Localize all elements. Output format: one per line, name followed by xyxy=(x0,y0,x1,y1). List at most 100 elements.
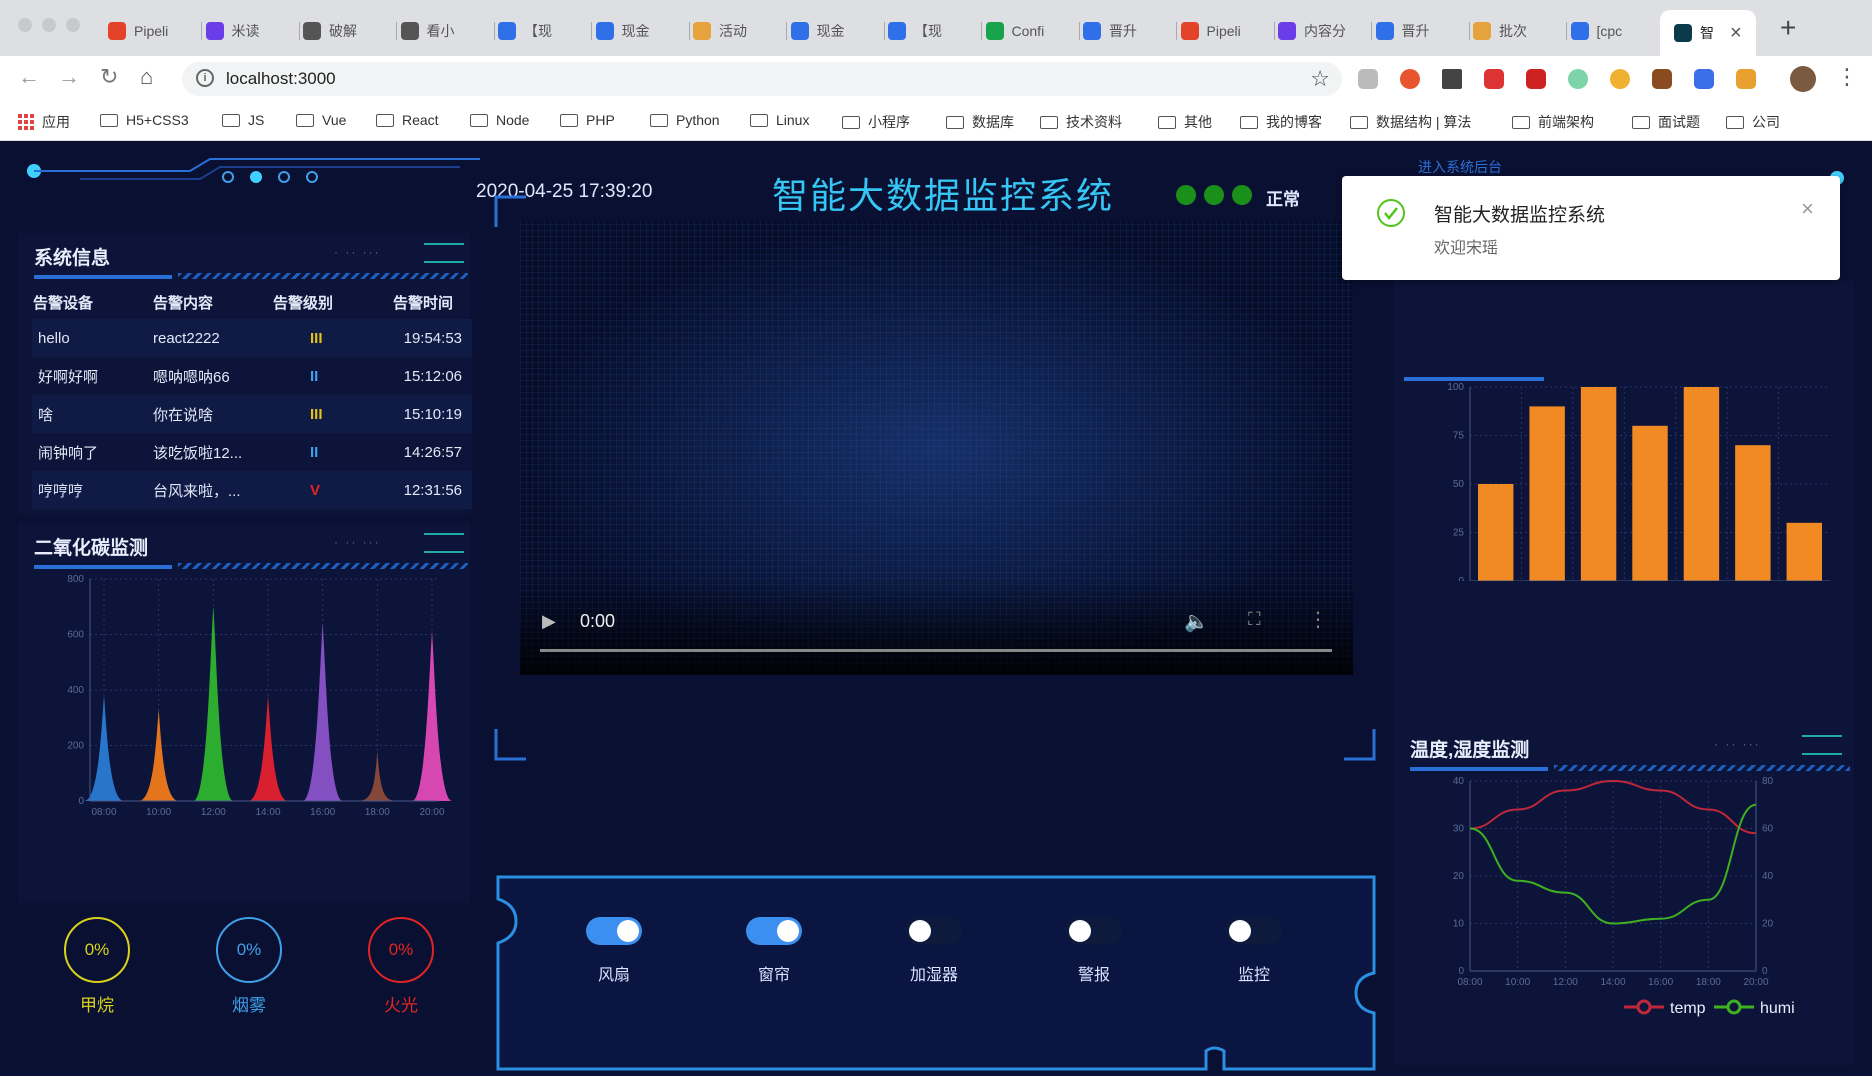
browser-tab[interactable]: 活动 xyxy=(693,14,787,48)
browser-tab[interactable]: Pipeli xyxy=(1180,14,1275,48)
bookmark-folder[interactable]: 数据结构 | 算法 xyxy=(1350,112,1471,132)
tab-favicon-icon xyxy=(1375,22,1394,40)
more-options-icon[interactable]: ⋮ xyxy=(1308,607,1328,632)
browser-tab[interactable]: Pipeli xyxy=(108,14,202,48)
browser-tab[interactable]: 破解 xyxy=(303,14,397,48)
bookmark-folder[interactable]: 数据库 xyxy=(946,112,1014,132)
bookmark-folder[interactable]: PHP xyxy=(560,112,615,128)
close-tab-icon[interactable]: × xyxy=(1730,22,1742,45)
table-row: 好啊好啊 嗯呐嗯呐66 II 15:12:06 xyxy=(32,357,472,395)
browser-toolbar: ← → ↻ ⌂ i localhost:3000 ☆ ⋮ xyxy=(0,56,1872,102)
browser-tab[interactable]: 批次 xyxy=(1473,14,1567,48)
toggle-knob xyxy=(777,920,799,942)
tab-separator xyxy=(1566,22,1567,40)
profile-avatar[interactable] xyxy=(1790,66,1816,92)
y-tick-label: 25 xyxy=(1453,528,1465,539)
toggle-4[interactable] xyxy=(1226,917,1282,945)
apps-shortcut[interactable]: 应用 xyxy=(18,112,70,132)
extension-icon[interactable] xyxy=(1568,69,1588,89)
extension-icon[interactable] xyxy=(1400,69,1420,89)
bar xyxy=(1735,445,1771,581)
bookmark-folder[interactable]: 其他 xyxy=(1158,112,1212,132)
tab-title: 批次 xyxy=(1499,23,1527,39)
browser-tab[interactable]: 看小 xyxy=(400,14,495,48)
table-cell-level: III xyxy=(310,329,323,347)
maximize-window-button[interactable] xyxy=(66,18,80,32)
bookmark-folder[interactable]: Python xyxy=(650,112,720,128)
bookmark-folder[interactable]: 我的博客 xyxy=(1240,112,1322,132)
extension-icon[interactable] xyxy=(1610,69,1630,89)
folder-icon xyxy=(560,113,578,127)
browser-tab[interactable]: 内容分 xyxy=(1278,14,1372,48)
extension-icon[interactable] xyxy=(1694,69,1714,89)
title-stripe xyxy=(178,273,468,279)
toggle-0[interactable] xyxy=(586,917,642,945)
address-bar[interactable]: i localhost:3000 ☆ xyxy=(182,62,1342,96)
bookmark-folder[interactable]: 小程序 xyxy=(842,112,910,132)
minimize-window-button[interactable] xyxy=(42,18,56,32)
bookmark-folder[interactable]: 技术资料 xyxy=(1040,112,1122,132)
progress-bar[interactable] xyxy=(540,649,1332,652)
browser-tab[interactable]: 晋升 xyxy=(1375,14,1470,48)
alarm-table: 告警设备 告警内容 告警级别 告警时间 hello react2222 III 19:… xyxy=(32,285,472,509)
table-cell-device: 闹钟响了 xyxy=(38,444,99,462)
video-controls: ▶ 0:00 🔈 ⛶ ⋮ xyxy=(520,579,1353,675)
forward-arrow-icon[interactable]: → xyxy=(58,64,80,90)
new-tab-button[interactable]: + xyxy=(1780,12,1796,44)
tab-favicon-icon xyxy=(1278,22,1296,40)
bookmark-folder[interactable]: Linux xyxy=(750,112,809,128)
extension-icon[interactable] xyxy=(1442,69,1462,89)
success-check-icon xyxy=(1377,199,1405,227)
bookmark-star-icon[interactable]: ☆ xyxy=(1310,66,1330,92)
bookmark-folder[interactable]: Vue xyxy=(296,112,346,128)
admin-link[interactable]: 进入系统后台 xyxy=(1418,157,1502,177)
area-spike xyxy=(138,709,179,801)
extension-icon[interactable] xyxy=(1484,69,1504,89)
browser-tab-strip: Pipeli 米读 破解 看小 【现 现金 活动 现金 【现 Confi 晋升 Pipeli 内容分 晋升… xyxy=(0,0,1872,56)
toggle-3[interactable] xyxy=(1066,917,1122,945)
browser-tab[interactable]: 现金 xyxy=(790,14,885,48)
video-player[interactable]: ▶ 0:00 🔈 ⛶ ⋮ xyxy=(520,221,1353,675)
play-icon[interactable]: ▶ xyxy=(542,611,556,632)
extension-icon[interactable] xyxy=(1736,69,1756,89)
y2-tick-label: 60 xyxy=(1762,824,1774,835)
y-tick-label: 800 xyxy=(67,574,84,585)
toggle-1[interactable] xyxy=(746,917,802,945)
home-icon[interactable]: ⌂ xyxy=(140,64,153,90)
gauge-label: 甲烷 xyxy=(80,996,114,1015)
extension-icon[interactable] xyxy=(1652,69,1672,89)
browser-tab[interactable]: 【现 xyxy=(498,14,592,48)
site-info-icon[interactable]: i xyxy=(196,69,214,87)
browser-tab[interactable]: 现金 xyxy=(595,14,690,48)
close-window-button[interactable] xyxy=(18,18,32,32)
volume-icon[interactable]: 🔈 xyxy=(1184,609,1209,634)
close-icon[interactable]: × xyxy=(1801,196,1814,222)
bookmark-folder[interactable]: Node xyxy=(470,112,529,128)
browser-tab[interactable]: [cpc xyxy=(1570,14,1665,48)
bookmark-label: JS xyxy=(248,112,265,128)
browser-tab[interactable]: 米读 xyxy=(205,14,300,48)
extension-icon[interactable] xyxy=(1358,69,1378,89)
reload-icon[interactable]: ↻ xyxy=(100,64,118,90)
extension-icon[interactable] xyxy=(1526,69,1546,89)
folder-icon xyxy=(1350,115,1368,129)
bookmark-folder[interactable]: 面试题 xyxy=(1632,112,1700,132)
gauge-ring: 0% xyxy=(64,917,130,983)
bookmark-folder[interactable]: React xyxy=(376,112,439,128)
browser-tab[interactable]: 【现 xyxy=(888,14,982,48)
active-tab[interactable]: 智 × xyxy=(1660,10,1756,56)
browser-tab[interactable]: Confi xyxy=(985,14,1080,48)
area-spike xyxy=(193,606,234,801)
browser-tab[interactable]: 晋升 xyxy=(1083,14,1177,48)
table-cell-level: II xyxy=(310,367,319,385)
x-tick-label: 10:00 xyxy=(1505,977,1530,988)
bookmark-folder[interactable]: H5+CSS3 xyxy=(100,112,189,128)
bookmark-folder[interactable]: 公司 xyxy=(1726,112,1780,132)
toggle-2[interactable] xyxy=(906,917,962,945)
bookmark-folder[interactable]: JS xyxy=(222,112,264,128)
bookmark-folder[interactable]: 前端架构 xyxy=(1512,112,1594,132)
back-arrow-icon[interactable]: ← xyxy=(18,64,40,90)
more-menu-icon[interactable]: ⋮ xyxy=(1836,64,1858,90)
gauge-label: 烟雾 xyxy=(232,996,266,1015)
fullscreen-icon[interactable]: ⛶ xyxy=(1248,609,1261,630)
